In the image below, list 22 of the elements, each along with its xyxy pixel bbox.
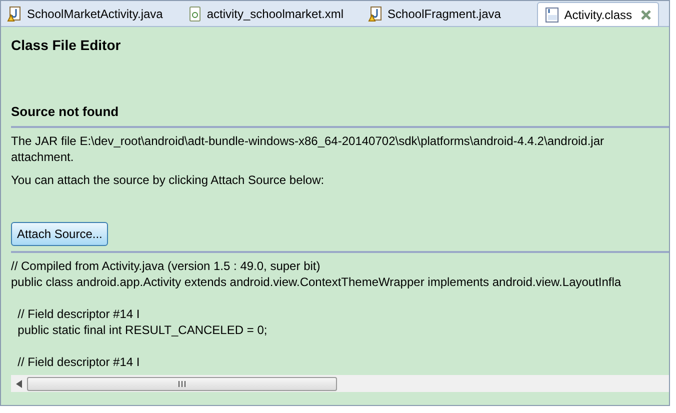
java-file-warning-icon [7, 6, 23, 22]
editor-tab[interactable]: Activity.class [537, 2, 659, 26]
message-text: attachment. [11, 148, 74, 164]
java-file-warning-icon [368, 6, 384, 22]
code-line: public static final int RESULT_CANCELED = 0; [16, 322, 268, 338]
xml-file-icon [186, 6, 203, 22]
editor-tab[interactable]: SchoolMarketActivity.java [1, 2, 169, 26]
code-line: // Field descriptor #14 I [16, 306, 140, 322]
editor-title: Class File Editor [11, 36, 122, 55]
hint-text: You can attach the source by clicking Attach Source below: [11, 172, 326, 188]
editor-tab[interactable]: activity_schoolmarket.xml [180, 2, 350, 26]
horizontal-scrollbar-thumb[interactable] [27, 376, 337, 390]
class-file-icon [544, 6, 560, 22]
section-title: Source not found [11, 103, 120, 121]
scroll-left-icon[interactable] [16, 380, 22, 388]
close-icon[interactable] [640, 8, 652, 20]
editor-tab[interactable]: SchoolFragment.java [362, 2, 507, 26]
message-text: The JAR file E:\dev_root\android\adt-bundle-windows-x86_64-20140702\sdk\platforms\android-4.4.2\android.jar [11, 132, 604, 148]
code-line: public class android.app.Activity extends android.view.ContextThemeWrapper implements android.view.LayoutInfla [11, 274, 622, 290]
code-line: // Compiled from Activity.java (version 1.5 : 49.0, super bit) [11, 258, 320, 274]
attach-source-button[interactable]: Attach Source... [11, 222, 108, 246]
code-line: // Field descriptor #14 I [16, 354, 140, 370]
